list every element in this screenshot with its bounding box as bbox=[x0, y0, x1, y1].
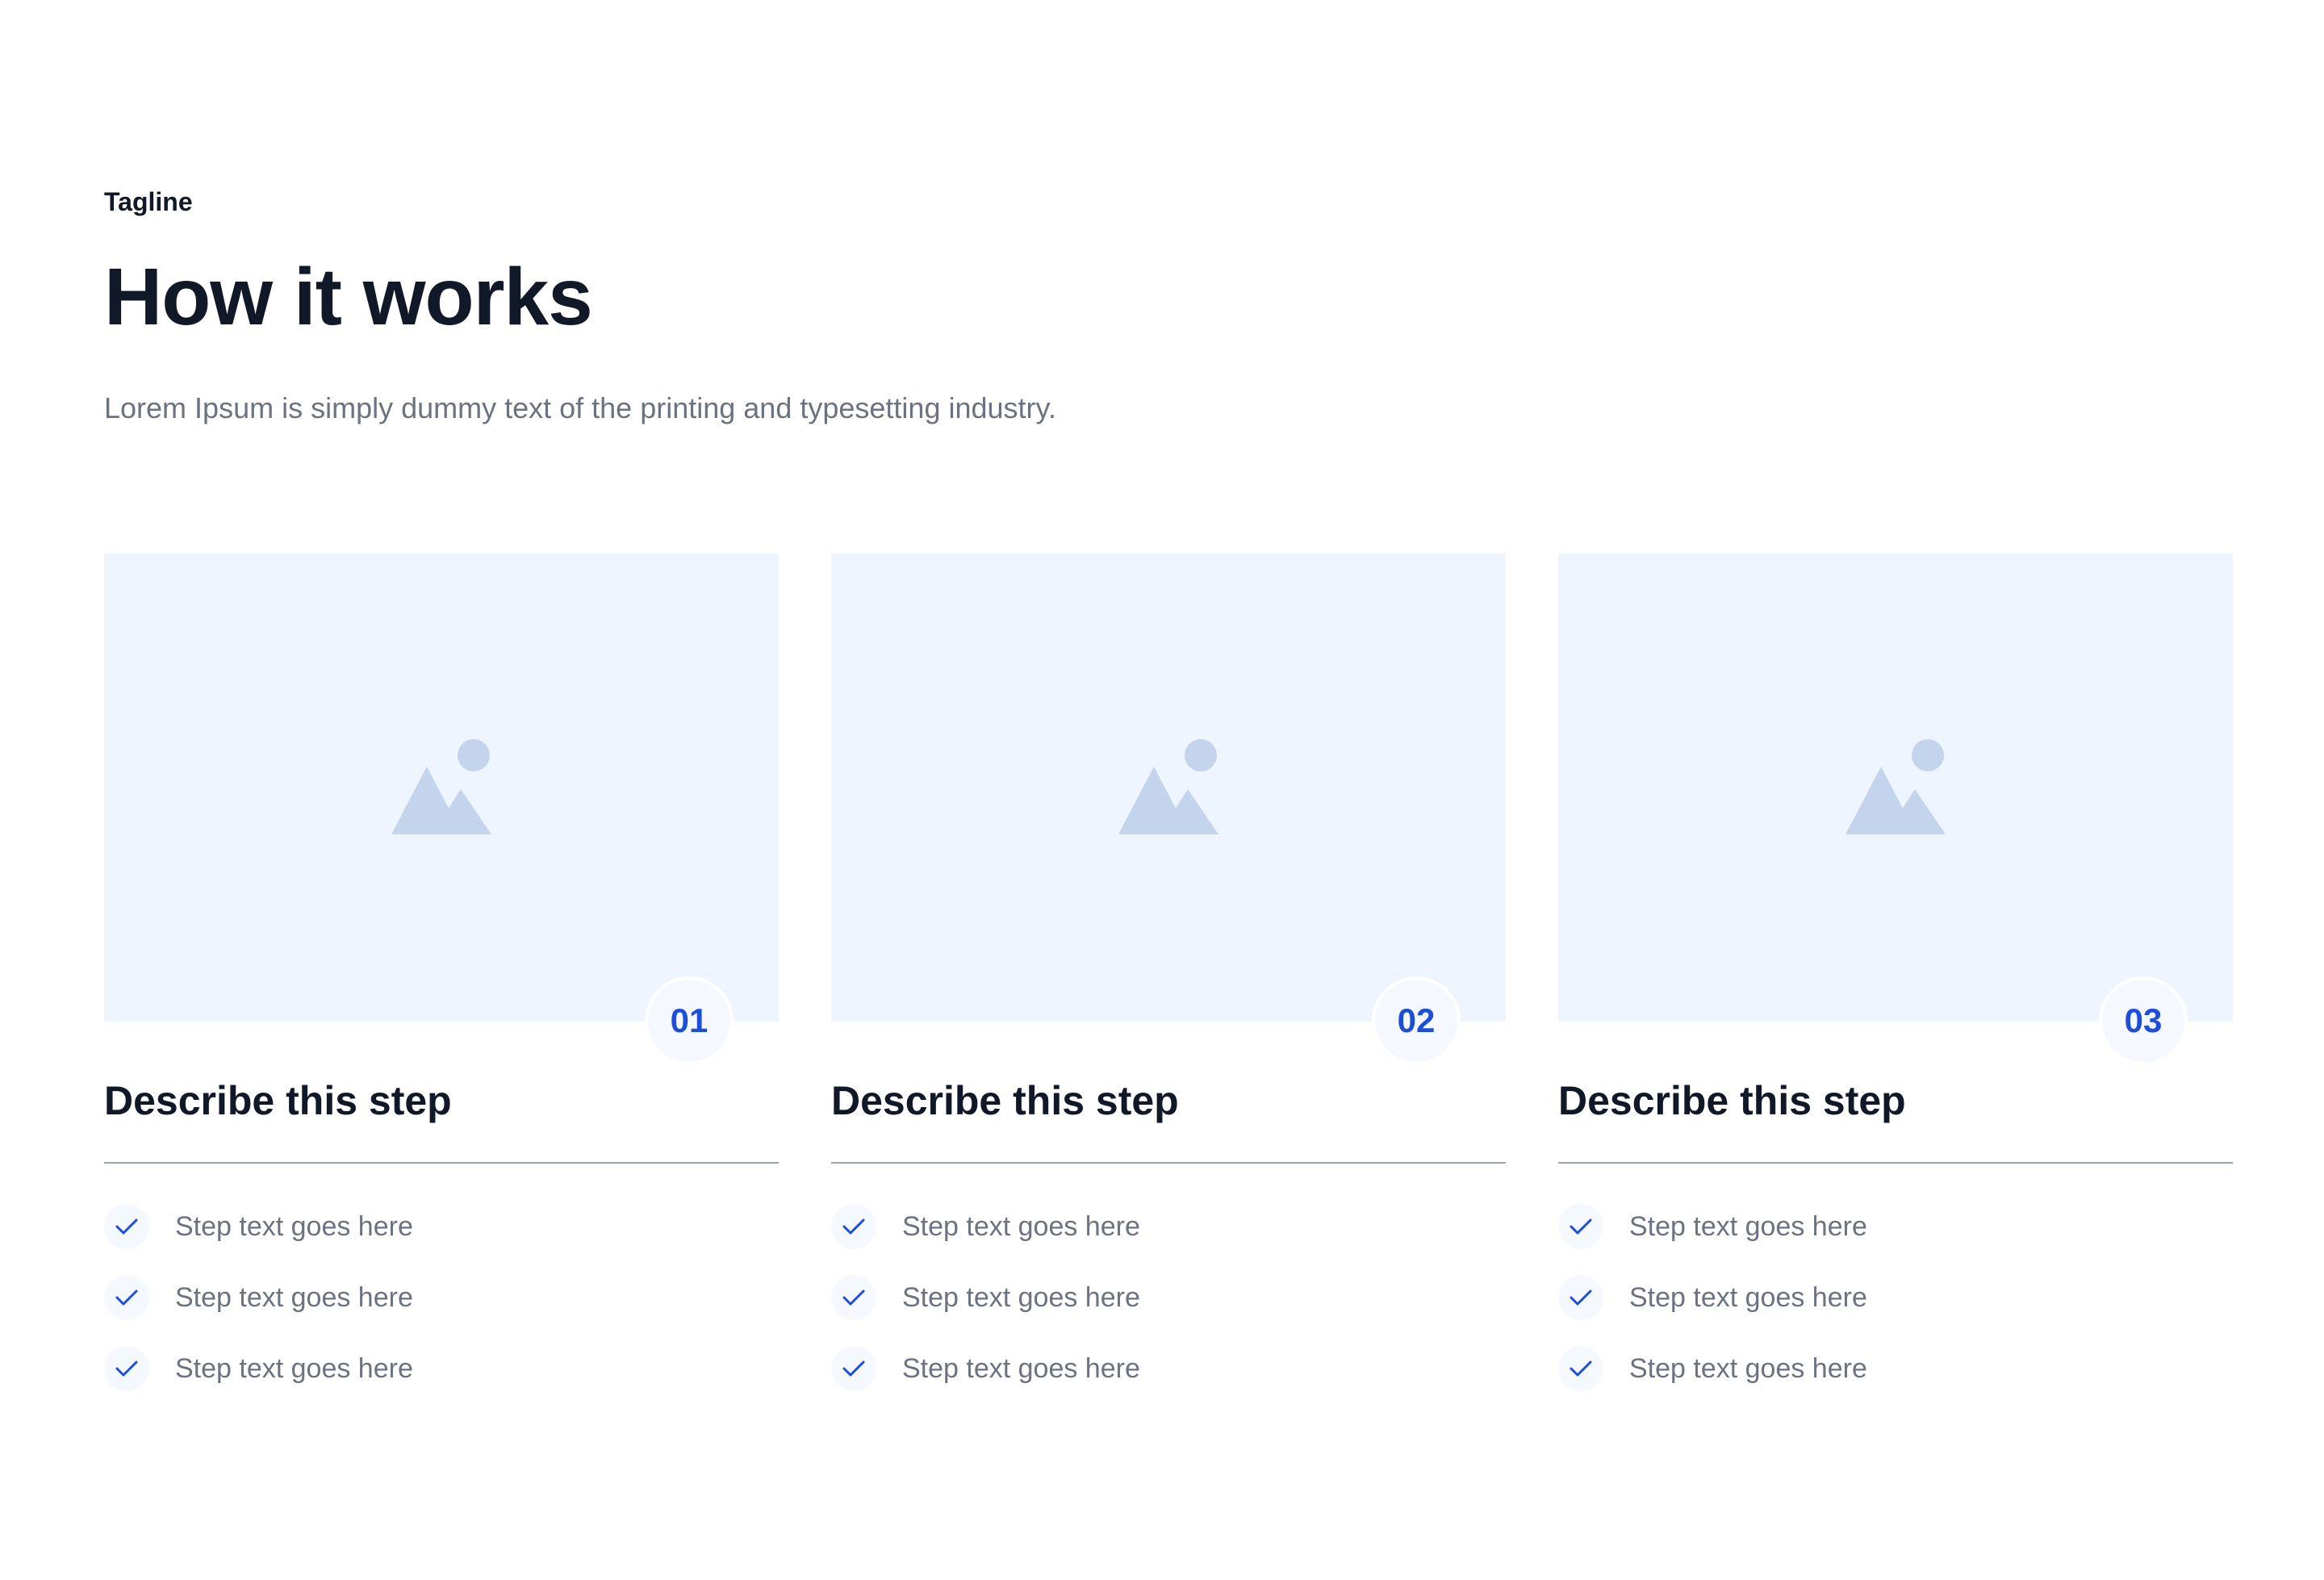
step-card: 03 Describe this step Step text goes her… bbox=[1558, 554, 2233, 1415]
step-text: Step text goes here bbox=[1629, 1353, 1867, 1384]
tagline: Tagline bbox=[104, 187, 193, 216]
step-card: 01 Describe this step Step text goes her… bbox=[104, 554, 779, 1415]
step-image: 03 bbox=[1558, 554, 2233, 1065]
step-text: Step text goes here bbox=[175, 1353, 413, 1384]
section-header: Tagline How it works Lorem Ipsum is simp… bbox=[104, 181, 2233, 431]
step-image: 01 bbox=[104, 554, 779, 1065]
step-title: Describe this step bbox=[104, 1078, 452, 1123]
list-item: Step text goes here bbox=[104, 1273, 779, 1322]
check-icon bbox=[1558, 1275, 1603, 1320]
step-title: Describe this step bbox=[1558, 1078, 1906, 1123]
list-item: Step text goes here bbox=[104, 1344, 779, 1393]
check-icon bbox=[831, 1204, 876, 1249]
step-number-badge: 02 bbox=[1372, 976, 1461, 1065]
step-text: Step text goes here bbox=[175, 1211, 413, 1242]
divider bbox=[831, 1162, 1506, 1164]
list-item: Step text goes here bbox=[831, 1273, 1506, 1322]
image-placeholder-icon bbox=[1845, 739, 1946, 834]
step-number-badge: 01 bbox=[645, 976, 734, 1065]
step-text: Step text goes here bbox=[902, 1353, 1140, 1384]
divider bbox=[104, 1162, 779, 1164]
list-item: Step text goes here bbox=[1558, 1202, 2233, 1251]
step-number-badge: 03 bbox=[2099, 976, 2188, 1065]
step-text: Step text goes here bbox=[902, 1282, 1140, 1313]
list-item: Step text goes here bbox=[831, 1202, 1506, 1251]
page-subtitle: Lorem Ipsum is simply dummy text of the … bbox=[104, 391, 1056, 424]
divider bbox=[1558, 1162, 2233, 1164]
check-icon bbox=[1558, 1204, 1603, 1249]
step-list: Step text goes here Step text goes here … bbox=[1558, 1202, 2233, 1393]
image-placeholder-icon bbox=[391, 739, 491, 834]
page-title: How it works bbox=[104, 252, 593, 342]
check-icon bbox=[831, 1275, 876, 1320]
step-image: 02 bbox=[831, 554, 1506, 1065]
check-icon bbox=[1558, 1346, 1603, 1391]
image-placeholder-icon bbox=[1118, 739, 1218, 834]
step-text: Step text goes here bbox=[1629, 1282, 1867, 1313]
step-text: Step text goes here bbox=[175, 1282, 413, 1313]
step-list: Step text goes here Step text goes here … bbox=[104, 1202, 779, 1393]
step-card: 02 Describe this step Step text goes her… bbox=[831, 554, 1506, 1415]
list-item: Step text goes here bbox=[1558, 1344, 2233, 1393]
step-list: Step text goes here Step text goes here … bbox=[831, 1202, 1506, 1393]
check-icon bbox=[831, 1346, 876, 1391]
list-item: Step text goes here bbox=[831, 1344, 1506, 1393]
steps-grid: 01 Describe this step Step text goes her… bbox=[104, 554, 2233, 1415]
step-text: Step text goes here bbox=[1629, 1211, 1867, 1242]
list-item: Step text goes here bbox=[1558, 1273, 2233, 1322]
check-icon bbox=[104, 1204, 149, 1249]
check-icon bbox=[104, 1275, 149, 1320]
list-item: Step text goes here bbox=[104, 1202, 779, 1251]
step-title: Describe this step bbox=[831, 1078, 1179, 1123]
check-icon bbox=[104, 1346, 149, 1391]
step-text: Step text goes here bbox=[902, 1211, 1140, 1242]
